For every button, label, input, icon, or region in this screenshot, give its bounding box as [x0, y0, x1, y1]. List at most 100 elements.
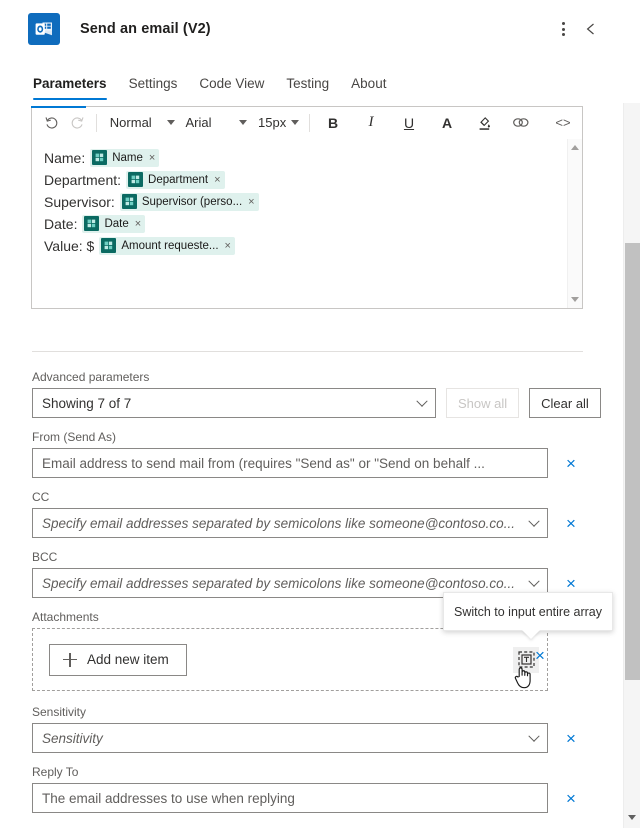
dynamic-content-token[interactable]: Department ×: [126, 170, 225, 189]
body-line-label: Department:: [44, 171, 122, 188]
add-new-item-label: Add new item: [87, 652, 169, 667]
cc-placeholder: Specify email addresses separated by sem…: [42, 515, 515, 531]
font-size-dropdown[interactable]: 15px: [251, 110, 303, 136]
redo-icon: [71, 117, 84, 129]
email-body-content[interactable]: Name: Name × Department: Department × Su…: [32, 139, 582, 308]
more-options-button[interactable]: [549, 15, 577, 43]
remove-token-icon[interactable]: ×: [214, 174, 220, 186]
scroll-down-icon[interactable]: [571, 297, 579, 302]
body-line: Department: Department ×: [44, 169, 582, 190]
from-field-label: From (Send As): [32, 430, 117, 444]
from-field-row: From (Send As) Email address to send mai…: [0, 430, 623, 478]
sensitivity-field-label: Sensitivity: [32, 705, 87, 719]
advanced-parameters-row: Advanced parameters Showing 7 of 7 Show …: [0, 370, 623, 418]
font-family-value: Arial: [185, 115, 212, 130]
dynamic-content-token[interactable]: Name ×: [90, 148, 160, 167]
attachments-container: Add new item: [32, 628, 548, 691]
dynamic-content-token[interactable]: Supervisor (perso... ×: [119, 192, 259, 211]
scroll-up-icon[interactable]: [571, 145, 579, 150]
scroll-down-icon[interactable]: [628, 815, 636, 820]
dynamic-content-label: Name: [112, 151, 143, 164]
undo-button[interactable]: [38, 110, 64, 136]
underline-button[interactable]: U: [396, 110, 422, 136]
remove-from-button[interactable]: ×: [555, 448, 587, 478]
bold-button[interactable]: B: [320, 110, 346, 136]
bcc-field-row: BCC Specify email addresses separated by…: [0, 550, 623, 598]
from-placeholder: Email address to send mail from (require…: [42, 455, 485, 471]
panel-header: Send an email (V2): [0, 0, 623, 58]
dynamic-content-icon: [121, 194, 137, 209]
remove-token-icon[interactable]: ×: [135, 218, 141, 230]
font-family-dropdown[interactable]: Arial: [179, 110, 252, 136]
chevron-down-icon: [166, 120, 175, 125]
paragraph-style-value: Normal: [109, 115, 152, 130]
flow-action-panel: Send an email (V2) Parameters Settings C…: [0, 0, 640, 828]
dynamic-content-icon: [101, 238, 117, 253]
editor-scrollbar[interactable]: [567, 139, 582, 308]
scrollbar-thumb[interactable]: [625, 243, 640, 680]
insert-link-button[interactable]: [508, 110, 534, 136]
remove-cc-button[interactable]: ×: [555, 508, 587, 538]
remove-token-icon[interactable]: ×: [225, 240, 231, 252]
remove-token-icon[interactable]: ×: [248, 196, 254, 208]
highlight-button[interactable]: [471, 110, 497, 136]
remove-attachments-button[interactable]: ×: [527, 642, 553, 668]
chevron-down-icon: [239, 120, 247, 125]
tab-about[interactable]: About: [351, 76, 386, 100]
tab-code-view[interactable]: Code View: [199, 76, 264, 100]
show-all-button[interactable]: Show all: [446, 388, 520, 418]
sensitivity-field-row: Sensitivity Sensitivity ×: [0, 705, 623, 753]
collapse-panel-button[interactable]: [577, 15, 605, 43]
email-body-editor[interactable]: Normal Arial 15px B I U A <> Name: Name …: [31, 106, 583, 309]
italic-button[interactable]: I: [358, 110, 384, 136]
editor-focus-accent: [31, 106, 86, 108]
code-view-button[interactable]: <>: [550, 110, 576, 136]
sensitivity-input[interactable]: Sensitivity: [32, 723, 548, 753]
reply-to-input[interactable]: The email addresses to use when replying: [32, 783, 548, 813]
chevron-down-icon[interactable]: [528, 730, 540, 746]
page-scrollbar[interactable]: [623, 0, 640, 828]
toolbar-divider: [309, 113, 310, 132]
chevron-down-icon: [416, 395, 428, 411]
remove-reply-to-button[interactable]: ×: [555, 783, 587, 813]
tab-bar: Parameters Settings Code View Testing Ab…: [0, 76, 623, 108]
remove-sensitivity-button[interactable]: ×: [555, 723, 587, 753]
from-input[interactable]: Email address to send mail from (require…: [32, 448, 548, 478]
cc-input[interactable]: Specify email addresses separated by sem…: [32, 508, 548, 538]
font-color-button[interactable]: A: [434, 110, 460, 136]
chevron-down-icon[interactable]: [528, 575, 540, 591]
dynamic-content-icon: [92, 150, 108, 165]
advanced-parameters-dropdown[interactable]: Showing 7 of 7: [32, 388, 436, 418]
highlight-icon: [479, 116, 490, 130]
dynamic-content-icon: [128, 172, 144, 187]
dynamic-content-token[interactable]: Amount requeste... ×: [99, 236, 235, 255]
bcc-field-label: BCC: [32, 550, 58, 564]
body-line: Supervisor: Supervisor (perso... ×: [44, 191, 582, 212]
reply-to-field-label: Reply To: [32, 765, 79, 779]
body-line-label: Supervisor:: [44, 193, 115, 210]
link-icon: [513, 118, 529, 127]
toolbar-divider: [96, 113, 97, 132]
tab-parameters[interactable]: Parameters: [33, 76, 107, 100]
add-new-item-button[interactable]: Add new item: [49, 643, 187, 676]
dynamic-content-label: Supervisor (perso...: [141, 195, 243, 208]
body-line: Name: Name ×: [44, 147, 582, 168]
dynamic-content-token[interactable]: Date ×: [82, 214, 146, 233]
body-line-label: Date:: [44, 215, 78, 232]
paragraph-style-dropdown[interactable]: Normal: [103, 110, 179, 136]
tab-testing[interactable]: Testing: [286, 76, 329, 100]
undo-icon: [44, 117, 57, 129]
body-line-label: Name:: [44, 149, 86, 166]
scrollbar-top-cap: [623, 0, 640, 103]
redo-button[interactable]: [64, 110, 90, 136]
tooltip: Switch to input entire array: [443, 592, 613, 631]
body-line: Value: $ Amount requeste... ×: [44, 235, 582, 256]
remove-token-icon[interactable]: ×: [149, 152, 155, 164]
clear-all-button[interactable]: Clear all: [529, 388, 601, 418]
chevron-down-icon[interactable]: [528, 515, 540, 531]
tab-settings[interactable]: Settings: [129, 76, 178, 100]
reply-to-field-row: Reply To The email addresses to use when…: [0, 765, 623, 813]
bcc-placeholder: Specify email addresses separated by sem…: [42, 575, 515, 591]
advanced-parameters-value: Showing 7 of 7: [42, 395, 132, 411]
sensitivity-placeholder: Sensitivity: [42, 730, 103, 746]
